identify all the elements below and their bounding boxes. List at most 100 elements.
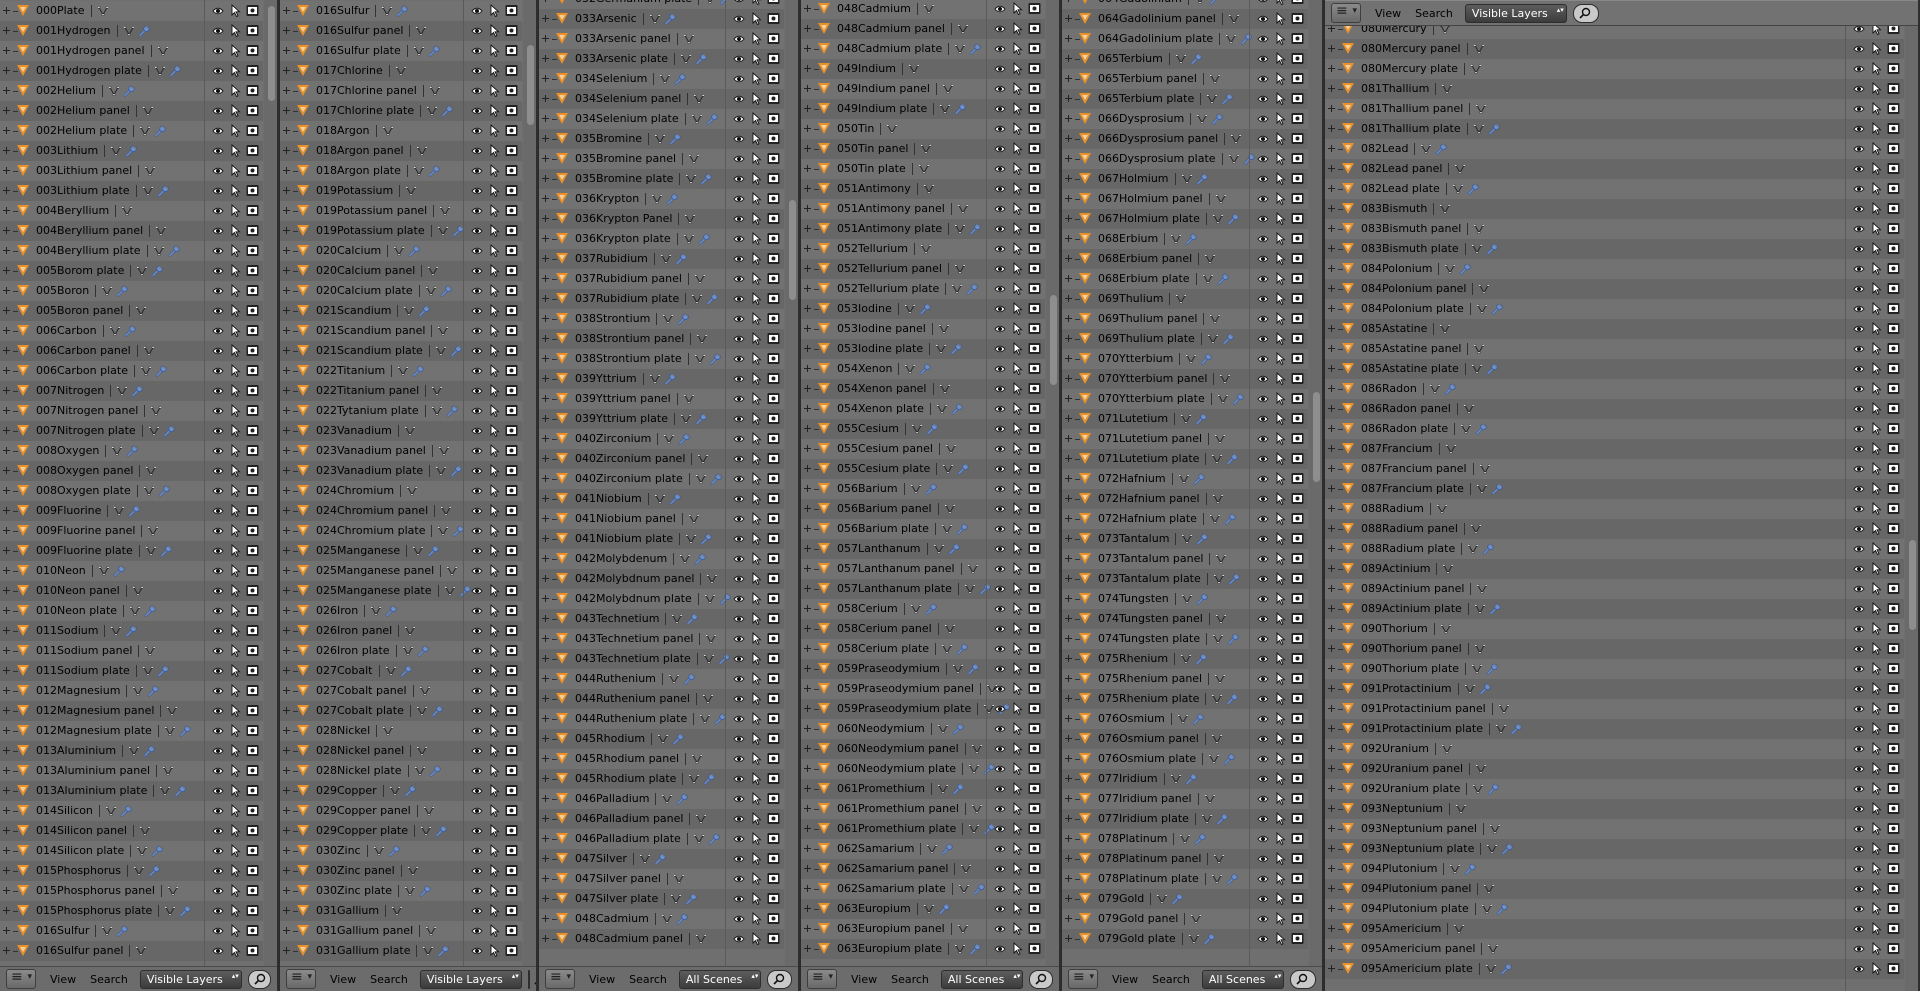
object-name[interactable]: 029Copper	[316, 781, 416, 801]
render-camera-icon[interactable]	[1291, 432, 1304, 445]
visibility-eye-icon[interactable]	[1853, 323, 1865, 335]
render-camera-icon[interactable]	[767, 292, 780, 305]
object-name[interactable]: 042Molybdnum plate	[575, 589, 731, 609]
expand-toggle-icon[interactable]	[804, 605, 811, 612]
selectable-cursor-icon[interactable]	[231, 744, 241, 757]
expand-toggle-icon[interactable]	[1065, 195, 1072, 202]
render-camera-icon[interactable]	[246, 104, 259, 117]
selectable-cursor-icon[interactable]	[1872, 362, 1882, 375]
render-camera-icon[interactable]	[1028, 302, 1041, 315]
object-name[interactable]: 056Barium plate	[837, 519, 968, 539]
object-name[interactable]: 025Manganese plate	[316, 581, 471, 601]
object-name[interactable]: 003Lithium panel	[36, 161, 156, 181]
selectable-cursor-icon[interactable]	[1013, 702, 1023, 715]
expand-toggle-icon[interactable]	[804, 705, 811, 712]
render-camera-icon[interactable]	[767, 772, 780, 785]
object-name[interactable]: 056Barium	[837, 479, 937, 499]
object-name[interactable]: 050Tin	[837, 119, 898, 139]
render-camera-icon[interactable]	[246, 344, 259, 357]
expand-toggle-icon[interactable]	[283, 927, 290, 934]
render-camera-icon[interactable]	[1887, 242, 1900, 255]
visibility-eye-icon[interactable]	[733, 573, 745, 585]
outliner-row[interactable]: 004Beryllium plate	[0, 241, 263, 261]
visibility-eye-icon[interactable]	[212, 85, 224, 97]
visibility-eye-icon[interactable]	[733, 313, 745, 325]
expand-toggle-icon[interactable]	[283, 387, 290, 394]
selectable-cursor-icon[interactable]	[1872, 522, 1882, 535]
visibility-eye-icon[interactable]	[733, 73, 745, 85]
visibility-eye-icon[interactable]	[1257, 593, 1269, 605]
render-camera-icon[interactable]	[246, 604, 259, 617]
outliner-row[interactable]: 065Terbium panel	[1062, 69, 1308, 89]
visibility-eye-icon[interactable]	[733, 273, 745, 285]
render-camera-icon[interactable]	[246, 664, 259, 677]
expand-toggle-icon[interactable]	[3, 707, 10, 714]
outliner-row[interactable]: 001Hydrogen	[0, 21, 263, 41]
outliner-row[interactable]: 035Bromine plate	[539, 169, 784, 189]
selectable-cursor-icon[interactable]	[1872, 942, 1882, 955]
render-camera-icon[interactable]	[1887, 62, 1900, 75]
visibility-eye-icon[interactable]	[1257, 553, 1269, 565]
expand-toggle-icon[interactable]	[542, 855, 549, 862]
render-camera-icon[interactable]	[1291, 932, 1304, 945]
expand-toggle-icon[interactable]	[3, 507, 10, 514]
outliner-row[interactable]: 092Uranium panel	[1325, 759, 1904, 779]
outliner-row[interactable]: 051Antimony	[801, 179, 1045, 199]
object-name[interactable]: 069Thulium panel	[1098, 309, 1221, 329]
render-camera-icon[interactable]	[1028, 342, 1041, 355]
scrollbar-thumb[interactable]	[527, 45, 534, 125]
render-camera-icon[interactable]	[1291, 892, 1304, 905]
outliner-row[interactable]: 066Dysprosium plate	[1062, 149, 1308, 169]
selectable-cursor-icon[interactable]	[1276, 32, 1286, 45]
expand-toggle-icon[interactable]	[542, 395, 549, 402]
selectable-cursor-icon[interactable]	[1872, 402, 1882, 415]
object-name[interactable]: 031Gallium panel	[316, 921, 437, 941]
object-name[interactable]: 073Tantalum	[1098, 529, 1209, 549]
render-camera-icon[interactable]	[505, 464, 518, 477]
render-camera-icon[interactable]	[505, 524, 518, 537]
render-camera-icon[interactable]	[1291, 832, 1304, 845]
visibility-eye-icon[interactable]	[1853, 583, 1865, 595]
object-name[interactable]: 029Copper plate	[316, 821, 447, 841]
render-camera-icon[interactable]	[1291, 252, 1304, 265]
render-camera-icon[interactable]	[767, 612, 780, 625]
expand-toggle-icon[interactable]	[804, 465, 811, 472]
outliner-row[interactable]: 003Lithium panel	[0, 161, 263, 181]
expand-toggle-icon[interactable]	[1065, 495, 1072, 502]
selectable-cursor-icon[interactable]	[1276, 332, 1286, 345]
selectable-cursor-icon[interactable]	[490, 604, 500, 617]
selectable-cursor-icon[interactable]	[231, 164, 241, 177]
object-name[interactable]: 035Bromine plate	[575, 169, 713, 189]
outliner-row[interactable]: 037Rubidium plate	[539, 289, 784, 309]
outliner-row[interactable]: 045Rhodium panel	[539, 749, 784, 769]
object-name[interactable]: 077Iridium panel	[1098, 789, 1215, 809]
visibility-eye-icon[interactable]	[471, 825, 483, 837]
render-camera-icon[interactable]	[1291, 752, 1304, 765]
visibility-eye-icon[interactable]	[1257, 293, 1269, 305]
visibility-eye-icon[interactable]	[471, 525, 483, 537]
expand-toggle-icon[interactable]	[1065, 655, 1072, 662]
visibility-eye-icon[interactable]	[1853, 223, 1865, 235]
expand-toggle-icon[interactable]	[1328, 785, 1335, 792]
outliner-row[interactable]: 042Molybdenum	[539, 549, 784, 569]
object-name[interactable]: 038Strontium plate	[575, 349, 721, 369]
visibility-eye-icon[interactable]	[471, 285, 483, 297]
selectable-cursor-icon[interactable]	[490, 944, 500, 957]
selectable-cursor-icon[interactable]	[231, 24, 241, 37]
object-name[interactable]: 013Aluminium plate	[36, 781, 187, 801]
visibility-eye-icon[interactable]	[1853, 423, 1865, 435]
object-name[interactable]: 006Carbon panel	[36, 341, 154, 361]
object-name[interactable]: 072Hafnium panel	[1098, 489, 1223, 509]
object-name[interactable]: 070Ytterbium plate	[1098, 389, 1244, 409]
object-name[interactable]: 078Platinum plate	[1098, 869, 1238, 889]
render-camera-icon[interactable]	[505, 644, 518, 657]
render-camera-icon[interactable]	[1028, 102, 1041, 115]
visibility-eye-icon[interactable]	[1257, 13, 1269, 25]
selectable-cursor-icon[interactable]	[1276, 0, 1286, 5]
object-name[interactable]: 046Palladium panel	[575, 809, 707, 829]
expand-toggle-icon[interactable]	[542, 835, 549, 842]
visibility-eye-icon[interactable]	[1853, 783, 1865, 795]
selectable-cursor-icon[interactable]	[1013, 242, 1023, 255]
render-camera-icon[interactable]	[1028, 682, 1041, 695]
selectable-cursor-icon[interactable]	[752, 672, 762, 685]
